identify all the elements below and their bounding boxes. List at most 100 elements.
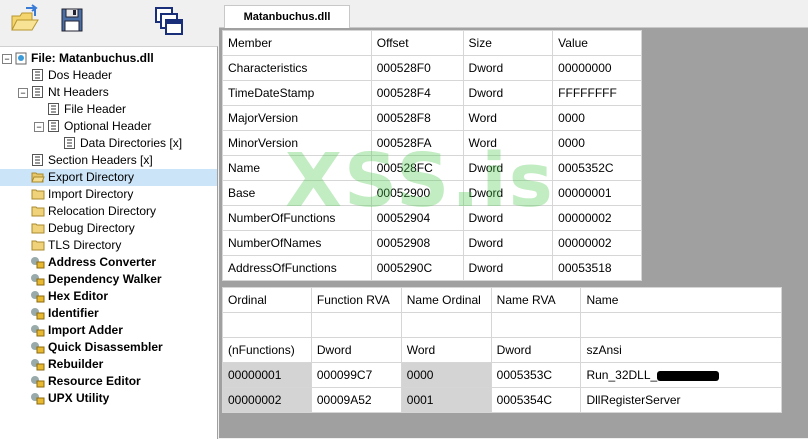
- tool-icon: [30, 358, 45, 371]
- tree-item-label: Debug Directory: [48, 221, 135, 235]
- tree-item-label: Nt Headers: [48, 85, 109, 99]
- table-cell[interactable]: FFFFFFFF: [552, 80, 642, 106]
- list-icon: [32, 86, 43, 98]
- list-icon: [48, 120, 59, 132]
- tree-item-label: TLS Directory: [48, 238, 122, 252]
- tree-item-label: Data Directories [x]: [80, 136, 183, 150]
- tool-icon: [30, 256, 45, 269]
- folder-icon: [31, 188, 45, 200]
- tool-icon: [30, 392, 45, 405]
- table-row[interactable]: AddressOfFunctions 0005290C Dword 000535…: [222, 255, 642, 281]
- table-header-row: Ordinal Function RVA Name Ordinal Name R…: [222, 287, 782, 313]
- table-cell: szAnsi: [580, 337, 782, 363]
- table-cell: Word: [400, 337, 492, 363]
- file-icon: [15, 52, 27, 65]
- open-file-icon[interactable]: [8, 4, 42, 38]
- table-row[interactable]: MajorVersion 000528F8 Word 0000: [222, 105, 642, 131]
- table-cell[interactable]: 00009A52: [310, 387, 402, 413]
- table-row[interactable]: TimeDateStamp 000528F4 Dword FFFFFFFF: [222, 80, 642, 106]
- folder-icon: [31, 239, 45, 251]
- table-cell: [580, 312, 782, 338]
- table-cell: Dword: [462, 80, 554, 106]
- table-cell[interactable]: 0000: [552, 105, 642, 131]
- table-cell[interactable]: 00000000: [552, 55, 642, 81]
- table-cell: 000528F4: [370, 80, 464, 106]
- tree-item-label: File Header: [64, 102, 127, 116]
- tree-item-label: Dos Header: [48, 68, 113, 82]
- tool-icon: [30, 273, 45, 286]
- list-icon: [32, 69, 43, 81]
- tab-matanbuchus-dll[interactable]: Matanbuchus.dll: [224, 5, 350, 28]
- table-cell: TimeDateStamp: [222, 80, 372, 106]
- tree-item-label: Quick Disassembler: [48, 340, 163, 354]
- tree-item-label: UPX Utility: [48, 391, 110, 405]
- tab-bar: Matanbuchus.dll: [219, 0, 808, 28]
- tree-item-label: Rebuilder: [48, 357, 104, 371]
- table-header-row: Member Offset Size Value: [222, 30, 642, 56]
- table-cell[interactable]: 0005352C: [552, 155, 642, 181]
- table-cell: Dword: [490, 337, 582, 363]
- table-cell: 00000001: [222, 362, 312, 388]
- table-cell[interactable]: 0000: [552, 130, 642, 156]
- tree-item-label: Dependency Walker: [48, 272, 162, 286]
- tree-item-label: Import Directory: [48, 187, 134, 201]
- folder-icon: [31, 205, 45, 217]
- toolbar: [0, 0, 218, 46]
- collapse-icon[interactable]: −: [2, 54, 12, 64]
- table-cell: (nFunctions): [222, 337, 312, 363]
- tool-icon: [30, 341, 45, 354]
- table-row[interactable]: Characteristics 000528F0 Dword 00000000: [222, 55, 642, 81]
- column-header[interactable]: Name Ordinal: [400, 287, 492, 313]
- tree-item-label: Relocation Directory: [48, 204, 157, 218]
- save-file-icon[interactable]: [55, 4, 89, 38]
- table-cell: [222, 312, 312, 338]
- list-icon: [32, 154, 43, 166]
- function-name: Run_32DLL_: [586, 368, 658, 382]
- column-header[interactable]: Size: [462, 30, 554, 56]
- table-cell: 00052908: [370, 230, 464, 256]
- navigation-tree: − File: Matanbuchus.dll Dos Header − Nt …: [0, 46, 218, 439]
- table-row[interactable]: 00000002 00009A52 0001 0005354C DllRegis…: [222, 387, 782, 413]
- table-cell[interactable]: 0005353C: [490, 362, 582, 388]
- content-pane: Member Offset Size Value Characteristics…: [219, 28, 808, 438]
- table-cell[interactable]: 00000001: [552, 180, 642, 206]
- table-cell[interactable]: 0005354C: [490, 387, 582, 413]
- tree-item-label: Export Directory: [48, 170, 135, 184]
- table-cell[interactable]: 00000002: [552, 230, 642, 256]
- table-cell: [490, 312, 582, 338]
- tree-item-export-directory[interactable]: Export Directory: [0, 169, 217, 186]
- list-icon: [48, 103, 59, 115]
- table-row[interactable]: NumberOfNames 00052908 Dword 00000002: [222, 230, 642, 256]
- tree-item-label: Hex Editor: [48, 289, 109, 303]
- column-header[interactable]: Name: [580, 287, 782, 313]
- tool-icon: [30, 375, 45, 388]
- tree-item-label: Resource Editor: [48, 374, 141, 388]
- tool-icon: [30, 324, 45, 337]
- table-cell: 000528F8: [370, 105, 464, 131]
- table-cell: MajorVersion: [222, 105, 372, 131]
- table-cell[interactable]: 00000002: [552, 205, 642, 231]
- table-cell-name: Run_32DLL_: [580, 362, 782, 388]
- tree-item-label: Optional Header: [64, 119, 152, 133]
- column-header[interactable]: Value: [552, 30, 642, 56]
- type-row: (nFunctions) Dword Word Dword szAnsi: [222, 337, 782, 363]
- column-header[interactable]: Function RVA: [310, 287, 402, 313]
- collapse-icon[interactable]: −: [18, 88, 28, 98]
- table-row[interactable]: 00000001 000099C7 0000 0005353C Run_32DL…: [222, 362, 782, 388]
- list-icon: [64, 137, 75, 149]
- table-cell: [310, 312, 402, 338]
- tree-item-label: Identifier: [48, 306, 99, 320]
- exported-functions-table: Ordinal Function RVA Name Ordinal Name R…: [222, 287, 782, 413]
- table-cell[interactable]: 000099C7: [310, 362, 402, 388]
- windows-icon[interactable]: [152, 4, 186, 38]
- collapse-icon[interactable]: −: [34, 122, 44, 132]
- table-cell: Dword: [310, 337, 402, 363]
- table-cell: Dword: [462, 255, 554, 281]
- table-cell: AddressOfFunctions: [222, 255, 372, 281]
- table-cell[interactable]: 00053518: [552, 255, 642, 281]
- redaction-mark: [657, 370, 720, 381]
- column-header[interactable]: Member: [222, 30, 372, 56]
- column-header[interactable]: Ordinal: [222, 287, 312, 313]
- column-header[interactable]: Offset: [370, 30, 464, 56]
- column-header[interactable]: Name RVA: [490, 287, 582, 313]
